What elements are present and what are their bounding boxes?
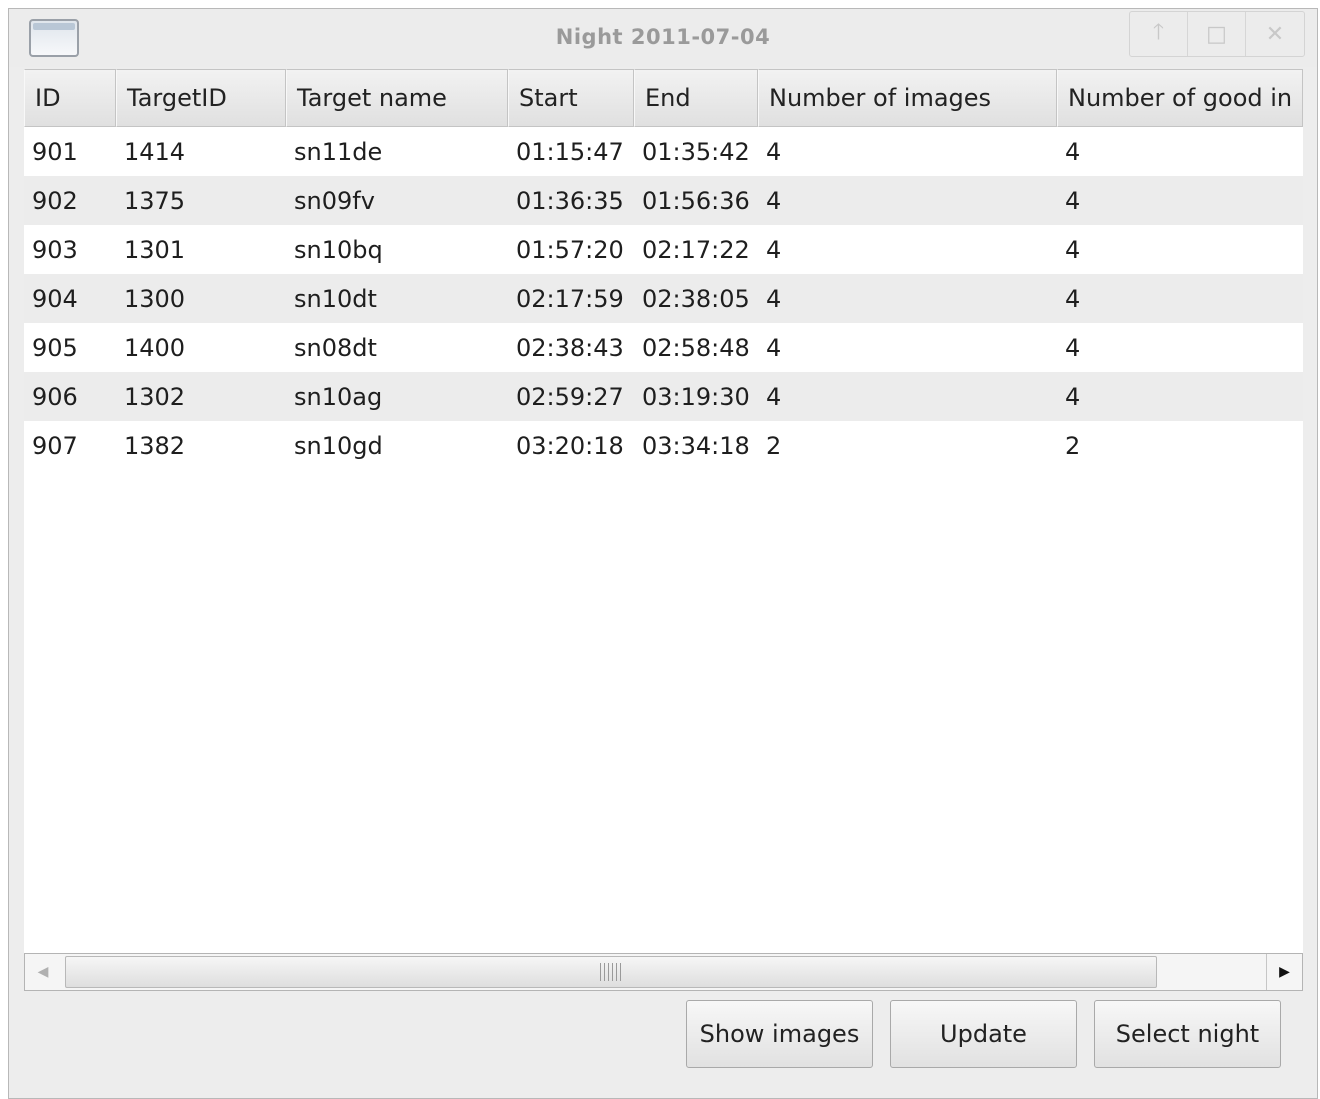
cell-end: 01:56:36 bbox=[642, 186, 750, 215]
column-header-targetid[interactable]: TargetID bbox=[116, 69, 286, 127]
cell-number-of-images: 4 bbox=[766, 186, 782, 215]
cell-targetid: 1382 bbox=[124, 431, 186, 460]
cell-number-of-images: 4 bbox=[766, 284, 782, 313]
cell-targetid: 1375 bbox=[124, 186, 186, 215]
column-header-target-name[interactable]: Target name bbox=[286, 69, 508, 127]
maximize-button[interactable]: □ bbox=[1188, 12, 1246, 56]
cell-number-of-good-images: 4 bbox=[1065, 235, 1081, 264]
cell-start: 02:38:43 bbox=[516, 333, 624, 362]
window-title: Night 2011-07-04 bbox=[555, 25, 771, 49]
cell-end: 02:58:48 bbox=[642, 333, 750, 362]
cell-targetid: 1400 bbox=[124, 333, 186, 362]
cell-number-of-images: 2 bbox=[766, 431, 782, 460]
cell-target-name: sn08dt bbox=[294, 333, 377, 362]
table-header: ID TargetID Target name Start End Number… bbox=[24, 69, 1303, 127]
grip-icon bbox=[600, 963, 622, 981]
window-controls: 🡑 □ ✕ bbox=[1129, 11, 1305, 57]
select-night-button[interactable]: Select night bbox=[1094, 1000, 1281, 1068]
cell-number-of-good-images: 4 bbox=[1065, 137, 1081, 166]
cell-id: 903 bbox=[32, 235, 78, 264]
cell-targetid: 1302 bbox=[124, 382, 186, 411]
scrollbar-thumb[interactable] bbox=[65, 956, 1157, 988]
minimize-button[interactable]: 🡑 bbox=[1130, 12, 1188, 56]
cell-start: 02:59:27 bbox=[516, 382, 624, 411]
cell-id: 906 bbox=[32, 382, 78, 411]
cell-number-of-good-images: 4 bbox=[1065, 333, 1081, 362]
cell-start: 01:15:47 bbox=[516, 137, 624, 166]
table-row[interactable]: 905 1400 sn08dt 02:38:43 02:58:48 4 4 bbox=[24, 323, 1303, 372]
scroll-right-icon[interactable]: ▶ bbox=[1266, 954, 1302, 990]
cell-target-name: sn10bq bbox=[294, 235, 383, 264]
cell-target-name: sn11de bbox=[294, 137, 383, 166]
column-header-number-of-good-images[interactable]: Number of good in bbox=[1057, 69, 1303, 127]
cell-target-name: sn10ag bbox=[294, 382, 383, 411]
table-row[interactable]: 903 1301 sn10bq 01:57:20 02:17:22 4 4 bbox=[24, 225, 1303, 274]
table-row[interactable]: 902 1375 sn09fv 01:36:35 01:56:36 4 4 bbox=[24, 176, 1303, 225]
column-header-id[interactable]: ID bbox=[24, 69, 116, 127]
cell-id: 904 bbox=[32, 284, 78, 313]
close-button[interactable]: ✕ bbox=[1246, 12, 1304, 56]
cell-number-of-good-images: 4 bbox=[1065, 382, 1081, 411]
cell-number-of-images: 4 bbox=[766, 235, 782, 264]
scroll-left-icon[interactable]: ◀ bbox=[25, 954, 61, 990]
table-row[interactable]: 907 1382 sn10gd 03:20:18 03:34:18 2 2 bbox=[24, 421, 1303, 470]
cell-end: 02:17:22 bbox=[642, 235, 750, 264]
cell-number-of-good-images: 4 bbox=[1065, 186, 1081, 215]
column-header-end[interactable]: End bbox=[634, 69, 758, 127]
observations-table: ID TargetID Target name Start End Number… bbox=[24, 69, 1303, 953]
cell-targetid: 1414 bbox=[124, 137, 186, 166]
title-bar[interactable]: Night 2011-07-04 🡑 □ ✕ bbox=[9, 9, 1317, 67]
cell-number-of-images: 4 bbox=[766, 333, 782, 362]
cell-id: 902 bbox=[32, 186, 78, 215]
cell-number-of-images: 4 bbox=[766, 382, 782, 411]
cell-id: 901 bbox=[32, 137, 78, 166]
table-body: 901 1414 sn11de 01:15:47 01:35:42 4 4 902 1375 sn… bbox=[24, 127, 1303, 470]
table-row[interactable]: 904 1300 sn10dt 02:17:59 02:38:05 4 4 bbox=[24, 274, 1303, 323]
table-row[interactable]: 901 1414 sn11de 01:15:47 01:35:42 4 4 bbox=[24, 127, 1303, 176]
main-window: Night 2011-07-04 🡑 □ ✕ ID TargetID Targe… bbox=[8, 8, 1318, 1099]
show-images-button[interactable]: Show images bbox=[686, 1000, 873, 1068]
column-header-number-of-images[interactable]: Number of images bbox=[758, 69, 1057, 127]
column-header-start[interactable]: Start bbox=[508, 69, 634, 127]
update-button[interactable]: Update bbox=[890, 1000, 1077, 1068]
cell-end: 02:38:05 bbox=[642, 284, 750, 313]
cell-number-of-good-images: 2 bbox=[1065, 431, 1081, 460]
horizontal-scrollbar[interactable]: ◀ ▶ bbox=[24, 953, 1303, 991]
cell-targetid: 1301 bbox=[124, 235, 186, 264]
table-row[interactable]: 906 1302 sn10ag 02:59:27 03:19:30 4 4 bbox=[24, 372, 1303, 421]
cell-target-name: sn10dt bbox=[294, 284, 377, 313]
cell-number-of-good-images: 4 bbox=[1065, 284, 1081, 313]
cell-end: 03:19:30 bbox=[642, 382, 750, 411]
cell-id: 905 bbox=[32, 333, 78, 362]
cell-end: 01:35:42 bbox=[642, 137, 750, 166]
cell-id: 907 bbox=[32, 431, 78, 460]
cell-end: 03:34:18 bbox=[642, 431, 750, 460]
cell-start: 03:20:18 bbox=[516, 431, 624, 460]
cell-number-of-images: 4 bbox=[766, 137, 782, 166]
cell-start: 01:36:35 bbox=[516, 186, 624, 215]
cell-target-name: sn10gd bbox=[294, 431, 383, 460]
cell-start: 02:17:59 bbox=[516, 284, 624, 313]
cell-start: 01:57:20 bbox=[516, 235, 624, 264]
cell-target-name: sn09fv bbox=[294, 186, 375, 215]
cell-targetid: 1300 bbox=[124, 284, 186, 313]
